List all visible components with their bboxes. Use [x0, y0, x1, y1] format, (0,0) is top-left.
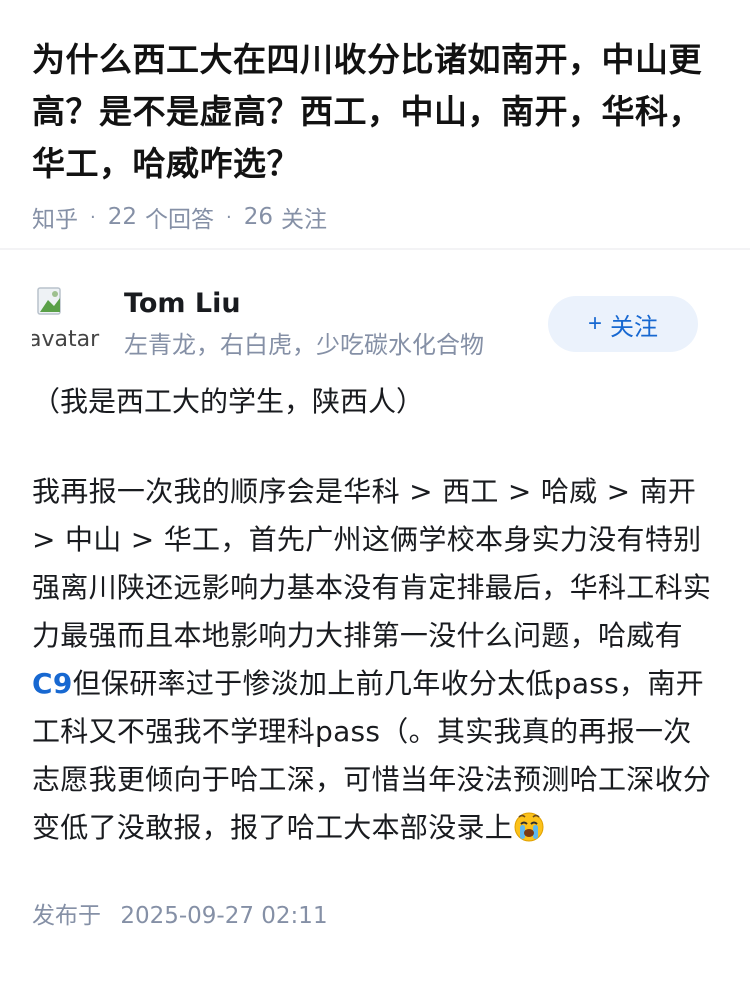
follow-button[interactable]: + 关注 — [548, 296, 698, 352]
answer-count-label[interactable]: 个回答 — [145, 200, 214, 234]
crying-face-emoji-icon — [513, 810, 545, 858]
answer-body-text: 我再报一次我的顺序会是华科 > 西工 > 哈威 > 南开 > 中山 > 华工，首… — [32, 475, 712, 652]
broken-image-icon: avatar — [32, 287, 100, 352]
author-name[interactable]: Tom Liu — [124, 286, 484, 322]
answer-page: 为什么西工大在四川收分比诸如南开，中山更高？是不是虚高？西工，中山，南开，华科，… — [0, 0, 750, 1008]
plus-icon: + — [587, 310, 602, 337]
section-divider — [0, 248, 750, 250]
author-info: Tom Liu 左青龙，右白虎，少吃碳水化合物 — [124, 284, 484, 362]
follow-count: 26 — [243, 204, 274, 230]
question-title[interactable]: 为什么西工大在四川收分比诸如南开，中山更高？是不是虚高？西工，中山，南开，华科，… — [32, 34, 718, 190]
answer-count: 22 — [107, 204, 138, 230]
publish-info: 发布于 2025-09-27 02:11 — [32, 896, 718, 930]
publish-time: 2025-09-27 02:11 — [120, 903, 328, 929]
meta-separator: · — [226, 206, 232, 228]
publish-label: 发布于 — [32, 903, 101, 929]
author-row: avatar Tom Liu 左青龙，右白虎，少吃碳水化合物 + 关注 — [32, 284, 718, 364]
avatar[interactable]: avatar — [32, 284, 102, 354]
author-bio: 左青龙，右白虎，少吃碳水化合物 — [124, 331, 484, 359]
source-label[interactable]: 知乎 — [32, 200, 78, 234]
meta-separator: · — [90, 206, 96, 228]
follow-button-label: 关注 — [610, 313, 658, 341]
answer-card: avatar Tom Liu 左青龙，右白虎，少吃碳水化合物 + 关注 （我是西… — [0, 284, 750, 930]
keyword-link-c9[interactable]: C9 — [32, 667, 73, 700]
question-meta: 知乎 · 22 个回答 · 26 关注 — [32, 200, 718, 234]
answer-intro: （我是西工大的学生，陕西人） — [32, 385, 425, 418]
answer-body: 我再报一次我的顺序会是华科 > 西工 > 哈威 > 南开 > 中山 > 华工，首… — [32, 468, 718, 858]
question-header: 为什么西工大在四川收分比诸如南开，中山更高？是不是虚高？西工，中山，南开，华科，… — [0, 0, 750, 233]
answer-body-text-continued: 但保研率过于惨淡加上前几年收分太低pass，南开工科又不强我不学理科pass（。… — [32, 667, 712, 844]
avatar-alt-text: avatar — [32, 327, 100, 352]
follow-count-label[interactable]: 关注 — [281, 200, 327, 234]
